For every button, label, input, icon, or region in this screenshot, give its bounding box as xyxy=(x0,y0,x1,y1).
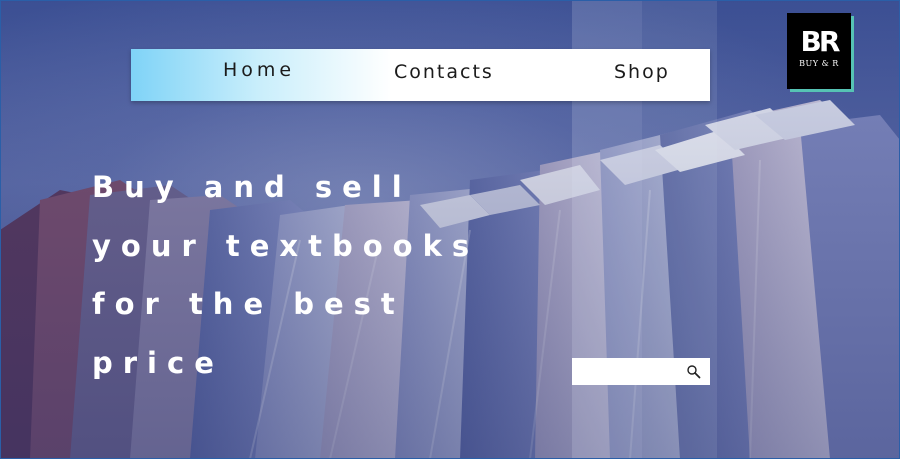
nav-link-home[interactable]: Home xyxy=(223,59,295,81)
logo-mark: BR xyxy=(800,25,841,58)
hero-headline-line: price xyxy=(92,345,224,380)
hero-headline-line: your textbooks xyxy=(92,228,480,263)
search-icon[interactable] xyxy=(686,364,702,380)
logo-text: BUY & R xyxy=(799,59,839,68)
nav-link-contacts[interactable]: Contacts xyxy=(394,61,494,83)
hero-headline-line: Buy and sell xyxy=(92,170,412,204)
search-input[interactable] xyxy=(572,358,682,385)
brand-logo[interactable]: BR BUY & R xyxy=(787,13,851,89)
nav-link-shop[interactable]: Shop xyxy=(614,61,670,83)
hero-headline: Buy and sell your textbooks for the best… xyxy=(92,158,562,392)
hero-headline-line: for the best xyxy=(92,287,405,321)
navigation-bar: Home Contacts Shop xyxy=(131,49,710,101)
